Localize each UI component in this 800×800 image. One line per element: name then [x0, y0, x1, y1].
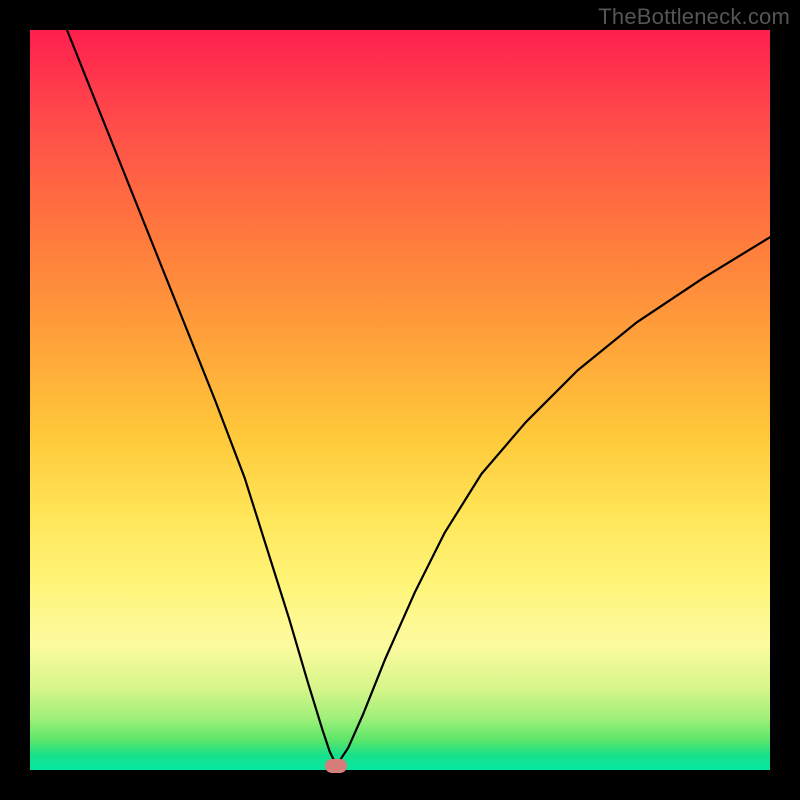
watermark-text: TheBottleneck.com [598, 4, 790, 30]
chart-gradient-area [30, 30, 770, 770]
chart-frame: TheBottleneck.com [0, 0, 800, 800]
optimum-marker [325, 759, 347, 773]
curve-left-branch [67, 30, 336, 766]
bottleneck-curve [30, 30, 770, 770]
curve-right-branch [336, 237, 770, 765]
